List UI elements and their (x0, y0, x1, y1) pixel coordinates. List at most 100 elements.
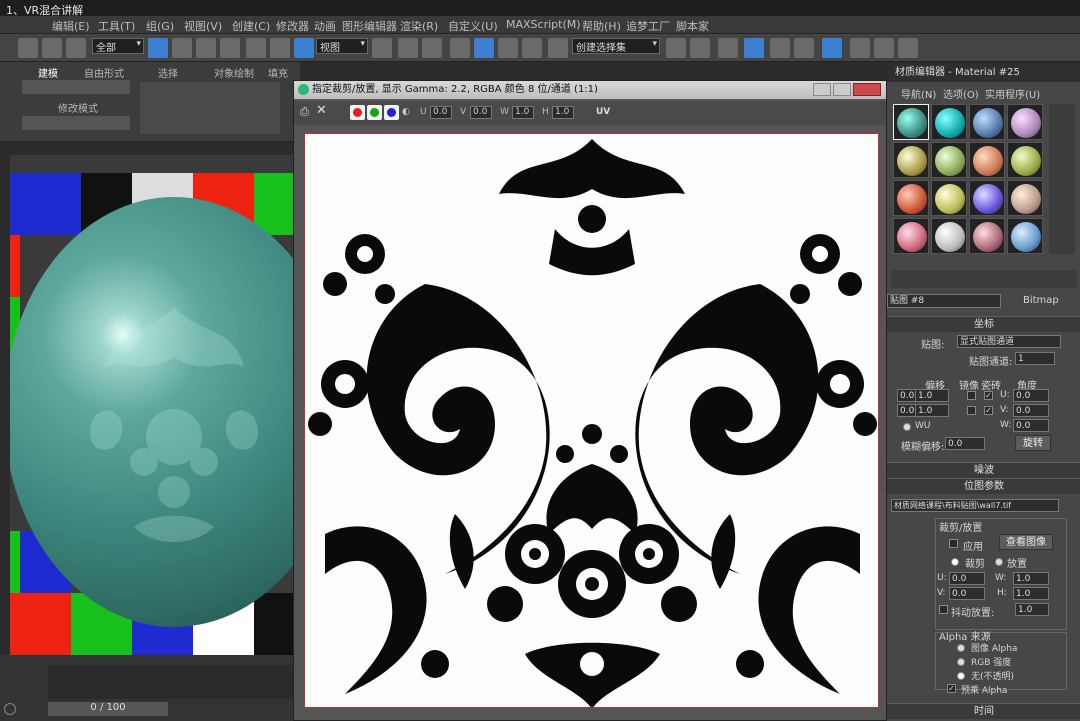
menu-rendering[interactable]: 渲染(R) (400, 18, 438, 34)
select-object-icon[interactable] (148, 38, 168, 58)
spinner-snap-icon[interactable] (522, 38, 542, 58)
ribbon-tool-row-2[interactable] (22, 116, 130, 130)
select-by-name-icon[interactable] (172, 38, 192, 58)
mapping-dropdown[interactable]: 显式贴图通道 (957, 335, 1061, 348)
snap-toggle-icon[interactable] (450, 38, 470, 58)
mirror-icon[interactable] (666, 38, 686, 58)
selection-filter-dropdown[interactable]: 全部 (92, 38, 144, 54)
close-button[interactable] (853, 83, 881, 96)
v-field[interactable]: 0.0 (470, 106, 492, 119)
opaque-radio[interactable] (957, 672, 965, 680)
wu-radio[interactable] (903, 423, 911, 431)
map-channel-field[interactable]: 1 (1015, 352, 1055, 365)
apply-checkbox[interactable] (949, 539, 958, 548)
blur-offset-field[interactable]: 0.0 (945, 437, 985, 450)
layer-manager-icon[interactable] (718, 38, 738, 58)
curve-editor-icon[interactable] (770, 38, 790, 58)
schematic-view-icon[interactable] (794, 38, 814, 58)
rotate-icon[interactable] (270, 38, 290, 58)
red-channel-button[interactable] (350, 105, 365, 120)
menu-modifiers[interactable]: 修改器 (276, 18, 309, 34)
menu-script-home[interactable]: 脚本家 (676, 18, 709, 34)
pivot-center-icon[interactable] (372, 38, 392, 58)
material-slot[interactable] (1007, 142, 1043, 178)
me-menu-utilities[interactable]: 实用程序(U) (985, 86, 1040, 101)
map-name-field[interactable]: 贴图 #8 (887, 294, 1001, 308)
track-bar[interactable] (48, 665, 298, 699)
material-editor-icon[interactable] (822, 38, 842, 58)
graphite-ribbon-icon[interactable] (744, 38, 764, 58)
material-slot[interactable] (931, 180, 967, 216)
material-slot[interactable] (893, 104, 929, 140)
menu-views[interactable]: 视图(V) (184, 18, 222, 34)
maximize-button[interactable] (833, 83, 851, 96)
green-channel-button[interactable] (367, 105, 382, 120)
blue-channel-button[interactable] (384, 105, 399, 120)
menu-maxscript[interactable]: MAXScript(M) (506, 18, 581, 31)
ribbon-edit-panel[interactable] (140, 82, 280, 134)
angle-u-field[interactable]: 0.0 (1013, 389, 1049, 402)
time-slider[interactable]: 0 / 100 (48, 702, 168, 716)
tile-v-check[interactable]: ✓ (984, 406, 993, 415)
material-sphere[interactable] (10, 197, 300, 627)
material-slot[interactable] (893, 142, 929, 178)
alpha-channel-icon[interactable]: ◐ (402, 107, 410, 117)
me-bottom-toolbar[interactable] (891, 270, 1077, 288)
edit-named-sel-icon[interactable] (548, 38, 568, 58)
minimize-button[interactable] (813, 83, 831, 96)
angle-snap-icon[interactable] (474, 38, 494, 58)
menu-help[interactable]: 帮助(H) (582, 18, 621, 34)
tab-freeform[interactable]: 自由形式 (84, 65, 124, 80)
map-type-button[interactable]: Bitmap (1023, 295, 1059, 306)
crop-u-field[interactable]: 0.0 (949, 572, 985, 585)
tab-modeling[interactable]: 建模 (38, 65, 58, 80)
menu-tools[interactable]: 工具(T) (98, 18, 135, 34)
material-slot[interactable] (969, 142, 1005, 178)
menu-create[interactable]: 创建(C) (232, 18, 270, 34)
material-slot[interactable] (969, 104, 1005, 140)
material-slot[interactable] (969, 180, 1005, 216)
angle-w-field[interactable]: 0.0 (1013, 419, 1049, 432)
menu-edit[interactable]: 编辑(E) (52, 18, 90, 34)
premultiplied-alpha-check[interactable]: ✓ (947, 684, 956, 693)
coordinates-rollout[interactable]: 坐标 (887, 316, 1080, 332)
crop-radio[interactable] (951, 558, 959, 566)
ref-coord-dropdown[interactable]: 视图 (316, 38, 368, 54)
menu-customize[interactable]: 自定义(U) (448, 18, 498, 34)
unlink-icon[interactable] (42, 38, 62, 58)
noise-rollout[interactable]: 噪波 (887, 462, 1080, 478)
material-slot[interactable] (931, 142, 967, 178)
mirror-v-check[interactable] (967, 406, 976, 415)
move-icon[interactable] (246, 38, 266, 58)
rotate-button[interactable]: 旋转 (1015, 435, 1051, 451)
mirror-u-check[interactable] (967, 391, 976, 400)
window-crossing-icon[interactable] (220, 38, 240, 58)
h-field[interactable]: 1.0 (552, 106, 574, 119)
angle-v-field[interactable]: 0.0 (1013, 404, 1049, 417)
keyboard-shortcut-icon[interactable] (422, 38, 442, 58)
link-icon[interactable] (18, 38, 38, 58)
material-slot[interactable] (893, 180, 929, 216)
rect-selection-icon[interactable] (196, 38, 216, 58)
bitmap-params-rollout[interactable]: 位图参数 (887, 478, 1080, 494)
material-slot[interactable] (969, 218, 1005, 254)
bitmap-preview[interactable] (304, 133, 879, 708)
close-x-icon[interactable]: ✕ (316, 103, 327, 118)
time-rollout[interactable]: 时间 (887, 703, 1080, 719)
view-image-button[interactable]: 查看图像 (999, 534, 1053, 550)
align-icon[interactable] (690, 38, 710, 58)
crop-w-field[interactable]: 1.0 (1013, 572, 1049, 585)
render-production-icon[interactable] (898, 38, 918, 58)
named-selection-dropdown[interactable]: 创建选择集 (572, 38, 660, 54)
percent-snap-icon[interactable] (498, 38, 518, 58)
rendered-frame-icon[interactable] (874, 38, 894, 58)
ribbon-tool-row[interactable] (22, 80, 130, 94)
bind-spacewarp-icon[interactable] (66, 38, 86, 58)
tab-selection[interactable]: 选择 (158, 65, 178, 80)
menu-group[interactable]: 组(G) (146, 18, 174, 34)
perspective-viewport[interactable] (10, 155, 300, 655)
image-alpha-radio[interactable] (957, 644, 965, 652)
material-slot[interactable] (893, 218, 929, 254)
tab-populate[interactable]: 填充 (268, 65, 288, 80)
material-slot[interactable] (1007, 218, 1043, 254)
